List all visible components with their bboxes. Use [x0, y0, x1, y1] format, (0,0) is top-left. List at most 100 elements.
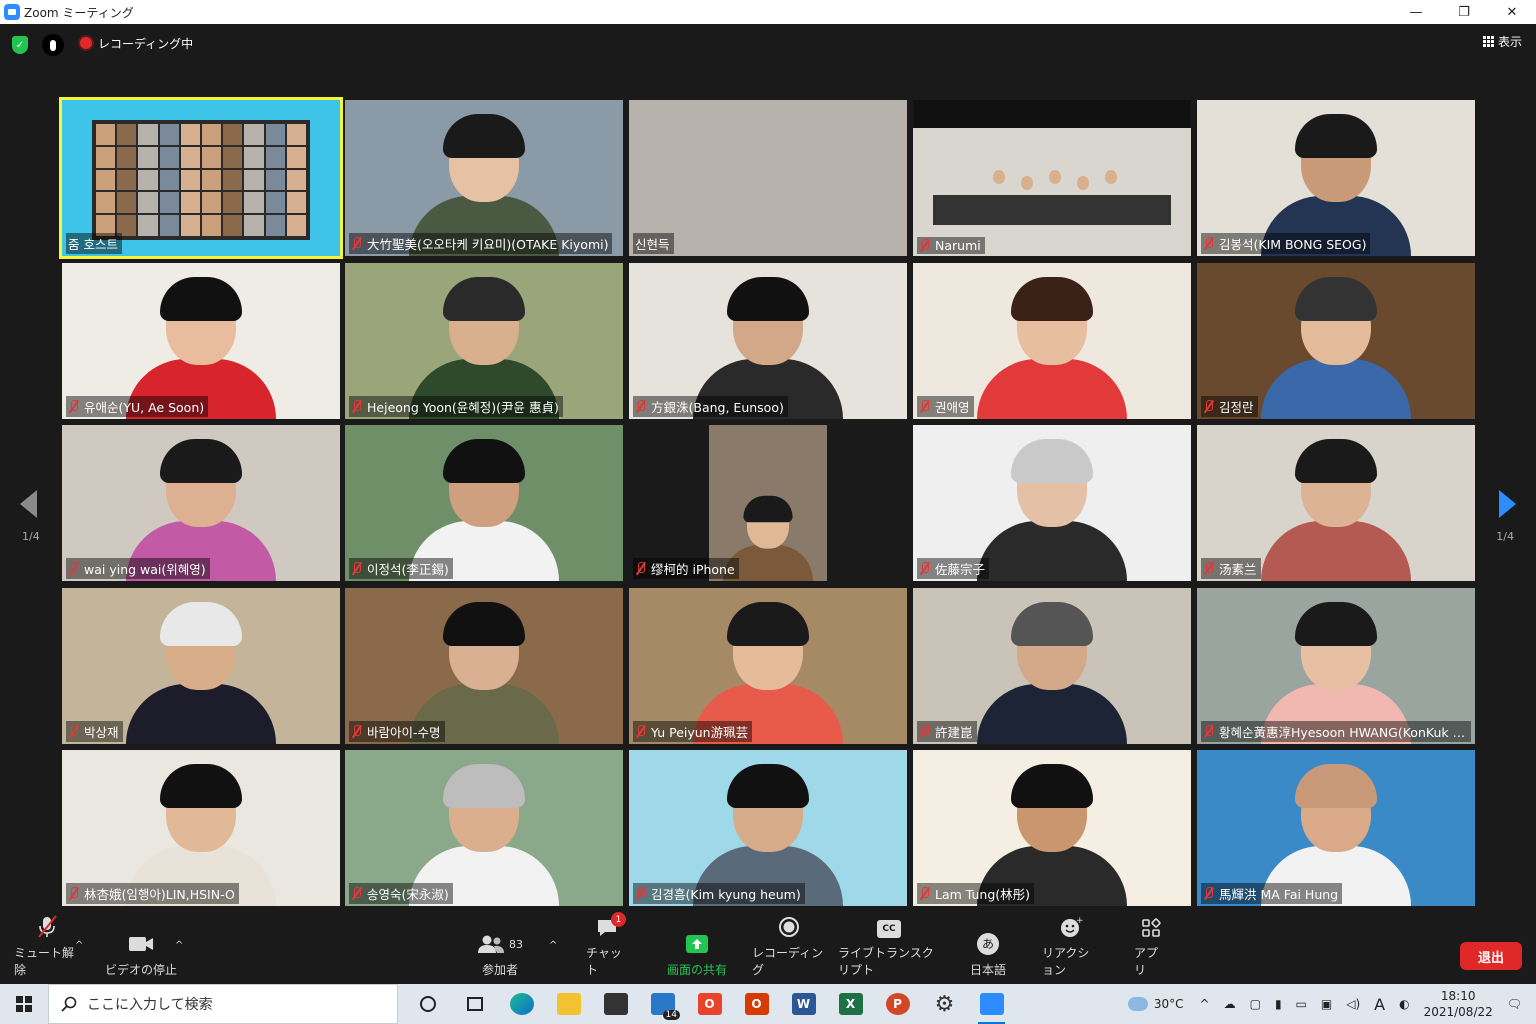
participant-tile[interactable]: Yu Peiyun游珮芸 — [629, 588, 907, 744]
participant-tile[interactable]: 유애순(YU, Ae Soon) — [62, 263, 340, 419]
mail-icon[interactable]: 14 — [639, 984, 686, 1024]
stop-video-button[interactable]: ビデオの停止 — [104, 928, 178, 984]
unmute-button[interactable]: ミュート解除 — [14, 915, 80, 984]
minimize-button[interactable]: — — [1392, 0, 1440, 24]
language-button[interactable]: あ 日本語 — [966, 928, 1010, 984]
close-button[interactable]: ✕ — [1488, 0, 1536, 24]
tray-chevron-icon[interactable]: ^ — [1200, 997, 1210, 1011]
file-explorer-icon[interactable] — [545, 984, 592, 1024]
participant-tile[interactable]: 佐藤宗子 — [913, 425, 1191, 581]
recording-label[interactable]: レコーディング中 — [98, 35, 193, 52]
settings-gear-icon[interactable]: ⚙ — [921, 984, 968, 1024]
participant-namebar: 신현득 — [633, 233, 674, 254]
participant-tile[interactable]: 이정석(李正錫) — [345, 425, 623, 581]
onedrive-icon[interactable]: ☁ — [1224, 997, 1236, 1011]
participant-tile[interactable]: Hejeong Yoon(윤혜정)(尹윤 惠貞) — [345, 263, 623, 419]
prev-page-icon[interactable] — [20, 490, 37, 518]
participants-button[interactable]: 83 参加者 — [474, 928, 526, 984]
next-page-icon[interactable] — [1499, 490, 1516, 518]
participant-tile[interactable]: 大竹聖美(오오타케 키요미)(OTAKE Kiyomi) — [345, 100, 623, 256]
participant-tile[interactable]: 缪柯的 iPhone — [629, 425, 907, 581]
participant-tile[interactable]: 方銀洙(Bang, Eunsoo) — [629, 263, 907, 419]
reaction-button[interactable]: + リアクション — [1042, 916, 1100, 984]
mic-muted-icon — [1203, 887, 1215, 900]
mic-muted-icon — [635, 562, 647, 575]
participant-name: 박상재 — [84, 725, 119, 740]
participants-chevron-icon[interactable]: ^ — [549, 940, 557, 951]
participant-tile[interactable]: Lam Tung(林彤) — [913, 750, 1191, 906]
participant-tile[interactable]: wai ying wai(위혜영) — [62, 425, 340, 581]
participant-tile[interactable]: 권애영 — [913, 263, 1191, 419]
start-button[interactable] — [0, 984, 48, 1024]
maximize-button[interactable]: ❐ — [1440, 0, 1488, 24]
participant-name: 바람아이-수명 — [367, 725, 441, 740]
volume-icon[interactable]: ◁) — [1346, 997, 1360, 1011]
record-button[interactable]: レコーディング — [752, 917, 826, 984]
live-transcript-button[interactable]: CC ライブトランスクリプト — [838, 920, 940, 984]
participant-tile[interactable]: 김경흠(Kim kyung heum) — [629, 750, 907, 906]
participant-namebar: 林杏娥(임행아)LIN,HSIN-O — [66, 883, 239, 904]
room-person — [1105, 170, 1117, 184]
participant-tile[interactable]: 김봉석(KIM BONG SEOG) — [1197, 100, 1475, 256]
word-icon[interactable]: W — [780, 984, 827, 1024]
participant-tile[interactable]: 馬輝洪 MA Fai Hung — [1197, 750, 1475, 906]
mic-muted-icon — [919, 725, 931, 738]
participant-tile[interactable]: 줌 호스트 — [59, 97, 343, 259]
chat-button[interactable]: 1 チャット — [586, 912, 628, 984]
participant-tile[interactable]: 신현득 — [629, 100, 907, 256]
notifications-icon[interactable]: 🗨 — [1507, 997, 1522, 1011]
mic-tray-icon[interactable]: ▮ — [1275, 997, 1282, 1011]
excel-icon[interactable]: X — [827, 984, 874, 1024]
office-365-icon[interactable]: O — [733, 984, 780, 1024]
powerpoint-icon[interactable]: P — [874, 984, 921, 1024]
cortana-icon[interactable] — [404, 984, 451, 1024]
participant-figure — [1261, 277, 1411, 419]
weather-cloud-icon — [1127, 997, 1148, 1011]
view-button[interactable]: 表示 — [1482, 33, 1522, 50]
network-icon[interactable]: ▣ — [1321, 997, 1332, 1011]
apps-label: アプリ — [1134, 946, 1159, 977]
battery-icon[interactable]: ▭ — [1296, 997, 1307, 1011]
participant-namebar: 許建崑 — [917, 721, 977, 742]
taskbar-search-box[interactable]: ここに入力して検索 — [48, 984, 398, 1024]
participant-name: 송영숙(宋永淑) — [367, 887, 449, 902]
room-person — [1021, 176, 1033, 190]
participant-tile[interactable]: 황혜순黃惠淳Hyesoon HWANG(KonKuk U... — [1197, 588, 1475, 744]
participant-name: 缪柯的 iPhone — [651, 562, 735, 577]
participant-tile[interactable]: Narumi — [913, 100, 1191, 256]
participant-name: 줌 호스트 — [68, 237, 118, 252]
task-view-icon[interactable] — [451, 984, 498, 1024]
participant-tile[interactable]: 김정란 — [1197, 263, 1475, 419]
participant-tile[interactable]: 바람아이-수명 — [345, 588, 623, 744]
share-screen-label: 画面の共有 — [666, 963, 727, 977]
participant-figure — [977, 277, 1127, 419]
mic-muted-icon — [919, 887, 931, 900]
video-options-chevron-icon[interactable]: ^ — [175, 940, 183, 951]
mic-muted-icon — [351, 725, 363, 738]
store-icon[interactable] — [592, 984, 639, 1024]
participant-namebar: 이정석(李正錫) — [349, 558, 453, 579]
zoom-taskbar-icon[interactable] — [968, 984, 1015, 1024]
mic-status-icon[interactable] — [42, 34, 64, 56]
participant-tile[interactable]: 汤素兰 — [1197, 425, 1475, 581]
leave-meeting-button[interactable]: 退出 — [1460, 942, 1522, 970]
share-screen-button[interactable]: 画面の共有 — [662, 928, 732, 984]
participant-tile[interactable]: 許建崑 — [913, 588, 1191, 744]
ime-mode-icon[interactable]: ◐ — [1399, 997, 1409, 1011]
audio-options-chevron-icon[interactable]: ^ — [75, 940, 83, 951]
edge-browser-icon[interactable] — [498, 984, 545, 1024]
participant-namebar: 方銀洙(Bang, Eunsoo) — [633, 396, 788, 417]
page-indicator-right: 1/4 — [1496, 530, 1514, 543]
office-icon[interactable]: O — [686, 984, 733, 1024]
security-shield-icon[interactable]: ✓ — [12, 36, 28, 54]
apps-button[interactable]: アプリ — [1134, 918, 1168, 984]
participant-namebar: 바람아이-수명 — [349, 721, 445, 742]
participant-tile[interactable]: 박상재 — [62, 588, 340, 744]
participant-namebar: 송영숙(宋永淑) — [349, 883, 453, 904]
participant-tile[interactable]: 林杏娥(임행아)LIN,HSIN-O — [62, 750, 340, 906]
ime-indicator[interactable]: A — [1374, 995, 1385, 1014]
weather-widget[interactable]: 30°C — [1127, 997, 1184, 1011]
participant-tile[interactable]: 송영숙(宋永淑) — [345, 750, 623, 906]
clock[interactable]: 18:10 2021/08/22 — [1424, 988, 1493, 1020]
meet-now-icon[interactable]: ▢ — [1250, 997, 1261, 1011]
